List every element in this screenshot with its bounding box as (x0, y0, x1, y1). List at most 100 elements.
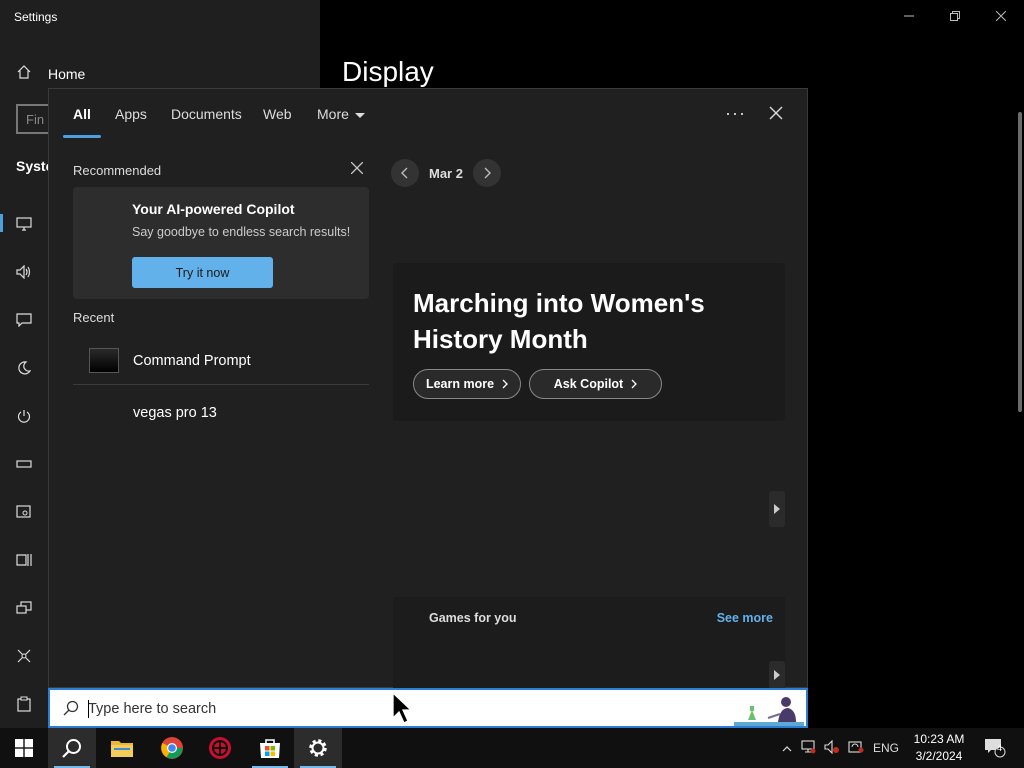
window-controls (886, 0, 1024, 32)
command-prompt-icon (89, 348, 119, 373)
search-highlight-card[interactable]: Marching into Women's History Month Lear… (393, 263, 785, 421)
system-tray: ENG (778, 728, 904, 768)
chevron-left-icon (401, 167, 408, 179)
copilot-card-title: Your AI-powered Copilot (132, 201, 295, 217)
minimize-icon (904, 15, 914, 17)
clock-time: 10:23 AM (913, 732, 965, 746)
home-icon (16, 64, 32, 83)
settings-window-title: Settings (14, 10, 58, 24)
more-options-icon[interactable]: ··· (725, 103, 746, 124)
close-search-button[interactable] (765, 103, 787, 125)
games-heading: Games for you (429, 611, 517, 625)
clock-date: 3/2/2024 (915, 749, 963, 763)
show-hidden-icons-button[interactable] (778, 741, 796, 755)
caret-right-icon (774, 670, 780, 680)
start-icon (15, 739, 33, 757)
games-scroll-right-button[interactable] (769, 661, 785, 689)
see-more-link[interactable]: See more (717, 611, 773, 625)
ask-copilot-button[interactable]: Ask Copilot (529, 369, 662, 399)
restore-button[interactable] (932, 0, 978, 32)
battery-icon[interactable] (14, 454, 34, 474)
display-icon[interactable] (14, 214, 34, 234)
language-indicator[interactable]: ENG (868, 741, 904, 755)
home-label: Home (48, 65, 86, 82)
action-center-button[interactable]: 4 (980, 728, 1010, 768)
games-section: Games for you See more (393, 597, 785, 689)
security-icon[interactable] (844, 740, 868, 757)
recent-item-vegas-pro[interactable]: vegas pro 13 (73, 389, 369, 435)
date-navigation: Mar 2 (391, 159, 501, 187)
sound-icon[interactable] (14, 262, 34, 282)
start-button[interactable] (0, 728, 48, 768)
dismiss-recommended-button[interactable] (350, 161, 364, 179)
tab-apps[interactable]: Apps (115, 106, 147, 122)
settings-home-link[interactable]: Home (16, 64, 85, 83)
multitasking-icon[interactable] (14, 598, 34, 618)
pinned-app-button[interactable] (196, 728, 244, 768)
projecting-icon[interactable] (14, 646, 34, 666)
caret-down-icon (354, 112, 365, 118)
notifications-icon[interactable] (14, 310, 34, 330)
storage-icon[interactable] (14, 502, 34, 522)
recent-item-label: Command Prompt (133, 353, 251, 369)
active-tab-indicator (63, 135, 101, 138)
tab-more[interactable]: More (317, 106, 365, 122)
try-it-now-button[interactable]: Try it now (132, 257, 273, 288)
page-title: Display (342, 56, 434, 87)
copilot-card-subtitle: Say goodbye to endless search results! (132, 225, 351, 239)
app-icon (209, 737, 231, 759)
chevron-right-icon (484, 167, 491, 179)
search-highlight-illustration (734, 697, 804, 726)
recent-item-command-prompt[interactable]: Command Prompt (73, 339, 369, 385)
chrome-icon (161, 737, 183, 759)
search-icon (62, 739, 81, 758)
previous-date-button[interactable] (391, 159, 419, 187)
network-icon[interactable] (796, 739, 820, 757)
settings-icon (309, 739, 327, 757)
recent-item-label: vegas pro 13 (133, 405, 217, 421)
volume-muted-icon[interactable] (820, 739, 844, 757)
close-window-button[interactable] (978, 0, 1024, 32)
text-cursor (88, 700, 89, 718)
clipboard-icon[interactable] (14, 694, 34, 714)
highlight-title: Marching into Women's History Month (413, 288, 705, 354)
date-label: Mar 2 (429, 165, 463, 181)
settings-taskbar-button[interactable] (294, 728, 342, 768)
learn-more-button[interactable]: Learn more (413, 369, 521, 399)
taskbar-search-box[interactable] (48, 688, 808, 728)
close-icon (350, 161, 364, 175)
settings-scrollbar[interactable] (1018, 112, 1022, 412)
copilot-card: Your AI-powered Copilot Say goodbye to e… (73, 187, 369, 299)
taskbar: ENG 10:23 AM 3/2/2024 4 (0, 728, 1024, 768)
microsoft-store-icon (260, 739, 280, 758)
clock[interactable]: 10:23 AM 3/2/2024 (908, 731, 970, 765)
search-panel: All Apps Documents Web More ··· Recommen… (48, 88, 808, 689)
tab-web[interactable]: Web (263, 106, 292, 122)
tab-documents[interactable]: Documents (171, 106, 242, 122)
file-explorer-icon (111, 741, 133, 757)
chevron-right-icon (631, 379, 638, 389)
minimize-button[interactable] (886, 0, 932, 32)
ask-copilot-label: Ask Copilot (553, 377, 624, 391)
selected-indicator (0, 214, 3, 232)
taskbar-search-button[interactable] (48, 728, 96, 768)
notification-icon (985, 739, 1006, 758)
restore-icon (950, 11, 960, 21)
tab-more-label: More (317, 106, 349, 122)
tab-all[interactable]: All (73, 106, 91, 122)
focus-assist-icon[interactable] (14, 358, 34, 378)
chevron-up-icon (782, 746, 792, 752)
microsoft-store-button[interactable] (246, 728, 294, 768)
chrome-button[interactable] (148, 728, 196, 768)
chevron-right-icon (502, 379, 508, 389)
recommended-heading: Recommended (73, 163, 162, 178)
search-icon (63, 700, 79, 716)
notification-count: 4 (997, 743, 1003, 753)
file-explorer-button[interactable] (98, 728, 146, 768)
next-date-button[interactable] (472, 159, 501, 187)
tablet-icon[interactable] (14, 550, 34, 570)
mouse-cursor-icon (392, 692, 413, 724)
scroll-right-button[interactable] (769, 491, 785, 527)
learn-more-label: Learn more (425, 377, 495, 391)
power-icon[interactable] (14, 406, 34, 426)
